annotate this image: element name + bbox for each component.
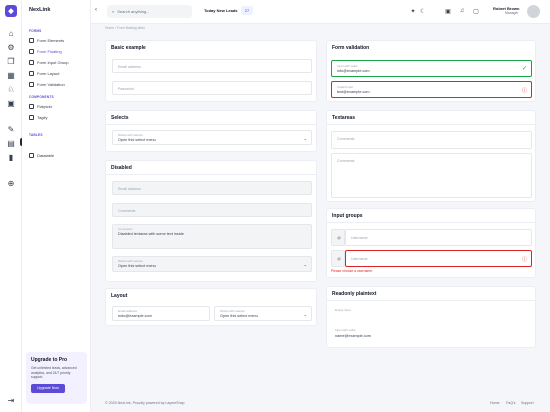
disabled-card: Disabled Email address Comments Comments…	[105, 160, 317, 282]
error-icon: ⓘ	[521, 257, 527, 263]
disabled-comments-field: Comments	[112, 203, 312, 217]
footer-link-faq[interactable]: FaQ's	[506, 401, 515, 405]
chevron-down-icon: ⌄	[303, 136, 307, 141]
comments-textarea[interactable]: Comments	[331, 131, 532, 149]
card-title: Layout	[111, 293, 128, 299]
check-icon: ✓	[521, 66, 527, 72]
footer-copyright: © 2025 NexLink. Proudly powered by Layme…	[105, 401, 185, 405]
form-icon	[29, 60, 34, 65]
home-icon[interactable]: ⌂	[6, 28, 16, 38]
sidebar-section-tables: TABLES	[29, 133, 43, 137]
readonly-card: Readonly plaintext Empty input Input wit…	[326, 286, 536, 348]
card-title: Textareas	[332, 115, 355, 121]
upgrade-text: Get unlimited leads, advanced analytics,…	[31, 366, 77, 380]
card-title: Basic example	[111, 45, 146, 51]
app-name: NexLink	[29, 7, 51, 13]
sidebar-item-form-elements[interactable]: Form Elements	[29, 38, 64, 43]
theme-toggle-icon[interactable]: ☾	[419, 7, 427, 15]
avatar[interactable]	[527, 5, 540, 18]
readonly-value-label: Input with value	[335, 328, 356, 332]
disabled-textarea: Comments Disabled textarea with some tex…	[112, 224, 312, 249]
basic-example-card: Basic example Email address Password	[105, 40, 317, 102]
collapse-icon[interactable]: ‹	[95, 7, 97, 13]
user-role: Manager	[505, 11, 519, 15]
selects-card: Selects Works with selects Open this sel…	[105, 110, 317, 152]
invalid-input[interactable]: Invalid input test@example.com ⓘ	[331, 81, 532, 98]
sidebar-section-forms: FORMS	[29, 29, 42, 33]
footer-link-home[interactable]: Home	[490, 401, 500, 405]
upgrade-title: Upgrade to Pro	[31, 357, 68, 363]
error-icon: ⓘ	[521, 88, 527, 94]
sidebar-item-flatpickr[interactable]: Flatpickr	[29, 104, 52, 109]
sidebar-item-datatable[interactable]: Datatable	[29, 153, 54, 158]
card-title: Disabled	[111, 165, 132, 171]
tag-icon	[29, 115, 34, 120]
chevron-down-icon: ⌄	[303, 312, 307, 317]
sidebar-item-form-floating[interactable]: Form Floating	[29, 49, 62, 54]
card-title: Selects	[111, 115, 129, 121]
empty-input-label: Empty input	[335, 308, 351, 312]
notification-icon[interactable]: ♫	[458, 7, 466, 15]
grid-icon[interactable]: ▦	[6, 70, 16, 80]
form-icon	[29, 82, 34, 87]
logo-icon[interactable]: ◆	[5, 5, 17, 17]
username-input-invalid[interactable]: Username ⓘ	[345, 250, 532, 267]
form-icon	[29, 49, 34, 54]
chevron-down-icon: ⌄	[303, 262, 307, 267]
forms-icon[interactable]: ✎	[6, 124, 16, 134]
table-icon	[29, 153, 34, 158]
form-validation-card: Form validation Input with value info@ex…	[326, 40, 536, 102]
sidebar-item-tagify[interactable]: Tagify	[29, 115, 47, 120]
icon-rail: ◆ ⌂ ⚙ ❐ ▦ ♘ ▣ ✎ ▤ ▮ ⊕ ⇥	[0, 0, 22, 412]
leads-count: 27	[241, 6, 253, 15]
card-title: Readonly plaintext	[332, 291, 377, 297]
layout-card: Layout Email address mdo@example.com Wor…	[105, 288, 317, 326]
disabled-select: Works with selects Open this select menu…	[112, 256, 312, 272]
at-addon: @	[331, 250, 345, 267]
sidebar-item-form-validation[interactable]: Form Validation	[29, 82, 65, 87]
calendar-icon	[29, 104, 34, 109]
password-field[interactable]: Password	[112, 81, 312, 95]
email-field[interactable]: Email address	[112, 59, 312, 73]
disabled-email-field: Email address	[112, 181, 312, 195]
input-groups-card: Input groups @ Username @ Username ⓘ Ple…	[326, 208, 536, 278]
box-icon[interactable]: ▣	[6, 98, 16, 108]
sparkle-icon[interactable]: ✦	[409, 7, 417, 15]
card-title: Input groups	[332, 213, 363, 219]
readonly-value: name@example.com	[335, 334, 371, 338]
search-input[interactable]: ⌕ Search anything...	[107, 5, 192, 18]
leads-label: Today New Leads	[204, 8, 238, 13]
upgrade-card: Upgrade to Pro Get unlimited leads, adva…	[26, 352, 87, 404]
card-title: Form validation	[332, 45, 370, 51]
valid-input[interactable]: Input with value info@example.com ✓	[331, 60, 532, 77]
bell-icon[interactable]: ♘	[6, 84, 16, 94]
comments-textarea-tall[interactable]: Comments	[331, 153, 532, 198]
sidebar: NexLink FORMS Form Elements Form Floatin…	[22, 0, 91, 412]
charts-icon[interactable]: ▮	[6, 152, 16, 162]
form-icon	[29, 38, 34, 43]
plus-icon[interactable]: ⊕	[6, 178, 16, 188]
logout-icon[interactable]: ⇥	[6, 395, 16, 405]
chat-icon[interactable]: ▢	[472, 7, 480, 15]
layers-icon[interactable]: ❐	[6, 56, 16, 66]
footer-link-support[interactable]: Support	[521, 401, 534, 405]
apps-icon[interactable]: ▣	[444, 7, 452, 15]
sidebar-section-components: COMPONENTS	[29, 95, 54, 99]
layout-email-field[interactable]: Email address mdo@example.com	[112, 306, 210, 321]
layout-select-field[interactable]: Works with selects Open this select menu…	[214, 306, 312, 321]
search-icon: ⌕	[112, 9, 115, 14]
form-icon	[29, 71, 34, 76]
tables-icon[interactable]: ▤	[6, 138, 16, 148]
sidebar-item-form-layout[interactable]: Form Layout	[29, 71, 59, 76]
breadcrumb: Home / Form floating label	[105, 26, 145, 30]
textareas-card: Textareas Comments Comments	[326, 110, 536, 202]
topbar: ‹ ⌕ Search anything... Today New Leads 2…	[91, 0, 550, 24]
upgrade-button[interactable]: Upgrade Now	[31, 383, 65, 393]
at-addon: @	[331, 229, 345, 246]
select-field[interactable]: Works with selects Open this select menu…	[112, 130, 312, 145]
username-input[interactable]: Username	[345, 229, 532, 246]
widgets-icon[interactable]: ⚙	[6, 42, 16, 52]
username-error: Please choose a username.	[331, 269, 374, 273]
sidebar-item-form-input-group[interactable]: Form Input Group	[29, 60, 69, 65]
